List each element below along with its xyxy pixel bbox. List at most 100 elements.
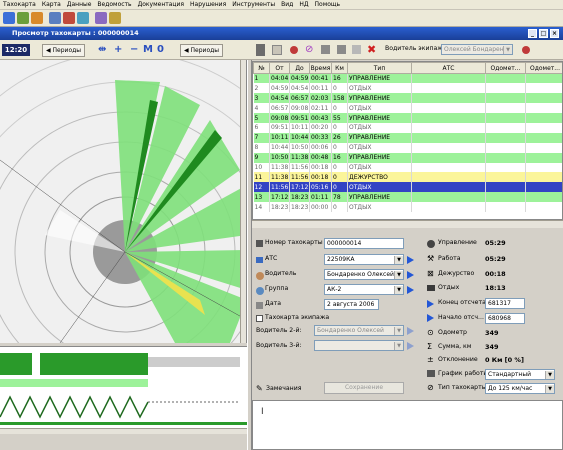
record-icon[interactable] <box>290 46 298 54</box>
table-row[interactable]: 4 06:57 09:08 02:11 0 ОТДЫХ <box>253 103 562 114</box>
table-row[interactable]: 12 11:56 17:12 05:16 0 ОТДЫХ <box>253 182 562 193</box>
activity-strip[interactable] <box>0 346 247 434</box>
table-cell-empty <box>525 142 562 153</box>
table-cell-km: 16 <box>331 73 348 84</box>
column-header[interactable]: От <box>269 62 290 74</box>
column-header[interactable]: Км <box>331 62 348 74</box>
menu-item[interactable]: Карта <box>39 0 64 10</box>
table-cell-n: 6 <box>253 122 270 133</box>
table-row[interactable]: 13 17:12 18:23 01:11 78 УПРАВЛЕНИЕ <box>253 192 562 203</box>
disc-icon[interactable] <box>49 12 61 24</box>
crew-checkbox[interactable] <box>256 315 263 322</box>
group-select[interactable]: АК-2 ▼ <box>324 284 404 295</box>
periods-button-left[interactable]: ◀ Периоды <box>42 44 85 57</box>
menu-item[interactable]: Данные <box>64 0 95 10</box>
column-header[interactable]: До <box>289 62 310 74</box>
notes-textarea[interactable]: I <box>252 400 563 450</box>
table-row[interactable]: 2 04:59 04:54 00:11 0 ОТДЫХ <box>253 83 562 94</box>
menu-item[interactable]: Помощь <box>312 0 344 10</box>
move-down-icon[interactable] <box>337 45 346 54</box>
grid-icon[interactable] <box>272 45 282 55</box>
column-header[interactable]: Время <box>309 62 332 74</box>
table-cell-to: 11:56 <box>289 162 310 173</box>
help-icon[interactable] <box>109 12 121 24</box>
driver2-arrow-icon[interactable] <box>407 327 414 335</box>
table-row[interactable]: 3 04:54 06:57 02:03 158 УПРАВЛЕНИЕ <box>253 93 562 104</box>
save-icon[interactable] <box>17 12 29 24</box>
menu-item[interactable]: Ведомость <box>94 0 134 10</box>
menu-item[interactable]: Инструменты <box>229 0 278 10</box>
save-button[interactable]: Сохранение <box>324 382 404 394</box>
menu-item[interactable]: НД <box>296 0 311 10</box>
driver-crew-select[interactable]: Олексей Бондаренко ▼ <box>441 44 513 55</box>
driver-arrow-icon[interactable] <box>407 271 414 279</box>
table-cell-type: УПРАВЛЕНИЕ <box>347 93 412 104</box>
table-row[interactable]: 5 09:08 09:51 00:43 55 УПРАВЛЕНИЕ <box>253 113 562 123</box>
tacho-type-label: Тип тахокарты <box>438 384 487 391</box>
column-header[interactable]: № <box>253 62 270 74</box>
card-number-icon <box>256 240 263 247</box>
menu-item[interactable]: Вид <box>278 0 296 10</box>
open-icon[interactable] <box>3 12 15 24</box>
report-icon[interactable] <box>77 12 89 24</box>
strip-horizontal-scrollbar[interactable] <box>0 428 247 434</box>
table-row[interactable]: 9 10:50 11:38 00:48 16 УПРАВЛЕНИЕ <box>253 152 562 163</box>
driver-select[interactable]: Бондаренко Олексей ▼ <box>324 269 404 280</box>
table-row[interactable]: 11 11:38 11:56 00:18 0 ДЕЖУРСТВО <box>253 172 562 183</box>
table-row[interactable]: 6 09:51 10:11 00:20 0 ОТДЫХ <box>253 122 562 133</box>
periods-button-right[interactable]: ◀ Периоды <box>180 44 223 57</box>
strike-icon[interactable]: ⊘ <box>305 44 313 56</box>
table-row[interactable]: 10 11:38 11:56 00:18 0 ОТДЫХ <box>253 162 562 173</box>
settings-icon[interactable] <box>95 12 107 24</box>
close-icon[interactable]: × <box>550 29 559 38</box>
tacho-type-select[interactable]: До 125 км/час ▼ <box>485 383 555 394</box>
remove-icon[interactable]: ✖ <box>367 43 376 56</box>
zoom-fit-icon[interactable]: ⇹ <box>98 43 106 57</box>
table-cell-type: ОТДЫХ <box>347 162 412 173</box>
maximize-icon[interactable]: □ <box>539 29 548 38</box>
zoom-m-button[interactable]: M <box>143 43 153 57</box>
table-row[interactable]: 8 10:44 10:50 00:06 0 ОТДЫХ <box>253 142 562 153</box>
zoom-out-icon[interactable]: − <box>130 43 138 57</box>
table-horizontal-scrollbar[interactable] <box>252 220 563 228</box>
driver3-select[interactable]: ▼ <box>314 340 404 351</box>
management-label: Управление <box>438 239 477 246</box>
ats-select[interactable]: 22509КА ▼ <box>324 254 404 265</box>
driver2-select[interactable]: Бондаренко Олексей ▼ <box>314 325 404 336</box>
zoom-0-button[interactable]: 0 <box>157 43 164 57</box>
minimize-icon[interactable]: _ <box>528 29 537 38</box>
zoom-in-icon[interactable]: + <box>114 43 122 57</box>
disc-vertical-scrollbar[interactable] <box>240 60 246 343</box>
table-cell-empty <box>525 103 562 114</box>
schedule-select[interactable]: Стандартный ▼ <box>485 369 555 380</box>
table-row[interactable]: 14 18:23 18:23 00:00 0 ОТДЫХ <box>253 202 562 212</box>
ats-arrow-icon[interactable] <box>407 256 414 264</box>
menu-item[interactable]: Нарушения <box>187 0 229 10</box>
print-icon[interactable] <box>31 12 43 24</box>
driver3-arrow-icon[interactable] <box>407 342 414 350</box>
work-label: Работа <box>438 255 461 262</box>
card-number-input[interactable]: 000000014 <box>324 238 404 249</box>
copy-icon[interactable] <box>352 45 361 54</box>
group-arrow-icon[interactable] <box>407 286 414 294</box>
tachograph-disc-view[interactable] <box>0 60 247 343</box>
date-input[interactable]: 2 августа 2006 <box>324 299 379 310</box>
exit-icon[interactable] <box>522 46 530 54</box>
menu-item[interactable]: Документация <box>135 0 187 10</box>
start-counter-input[interactable]: 680968 <box>485 313 525 324</box>
column-header[interactable]: Одомет... <box>525 62 562 74</box>
column-header[interactable]: Тип <box>347 62 412 74</box>
table-row[interactable]: 7 10:11 10:44 00:33 26 УПРАВЛЕНИЕ <box>253 132 562 143</box>
column-header[interactable]: Одомет... <box>485 62 526 74</box>
menu-item[interactable]: Тахокарта <box>0 0 39 10</box>
end-counter-input[interactable]: 681317 <box>485 298 525 309</box>
table-cell-km: 0 <box>331 202 348 212</box>
table-cell-empty <box>485 182 526 193</box>
table-cell-km: 0 <box>331 122 348 133</box>
delete-icon[interactable] <box>63 12 75 24</box>
driver-label: Водитель <box>265 270 297 277</box>
table-row[interactable]: 1 04:04 04:59 00:41 16 УПРАВЛЕНИЕ <box>253 73 562 84</box>
bar-chart-icon[interactable] <box>256 44 265 56</box>
move-icon[interactable] <box>321 45 330 54</box>
column-header[interactable]: АТС <box>411 62 486 74</box>
